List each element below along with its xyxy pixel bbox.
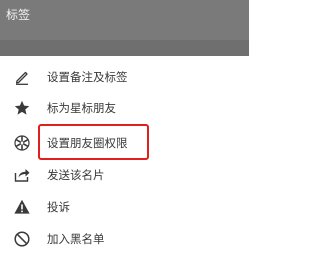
menu-item-set-remark-and-tags[interactable]: 设置备注及标签 [0,62,249,92]
star-icon [13,99,31,117]
warning-icon [13,198,31,216]
block-icon [13,230,31,248]
menu-item-label: 发送该名片 [47,168,105,182]
menu-item-star-friend[interactable]: 标为星标朋友 [0,93,249,123]
menu-item-report[interactable]: 投诉 [0,192,249,222]
menu-item-label: 标为星标朋友 [47,101,116,115]
menu-item-add-to-blacklist[interactable]: 加入黑名单 [0,224,249,254]
header-title: 标签 [6,8,31,22]
dimmed-header: 标签 [0,0,249,56]
pencil-icon [13,68,31,86]
menu-item-label: 设置备注及标签 [47,70,128,84]
menu-item-label: 投诉 [47,200,70,214]
header-divider [0,40,249,56]
menu-item-label: 加入黑名单 [47,232,105,246]
highlight-annotation-box [38,124,149,160]
share-icon [13,166,31,184]
menu-item-send-card[interactable]: 发送该名片 [0,160,249,190]
moments-aperture-icon [13,134,31,152]
